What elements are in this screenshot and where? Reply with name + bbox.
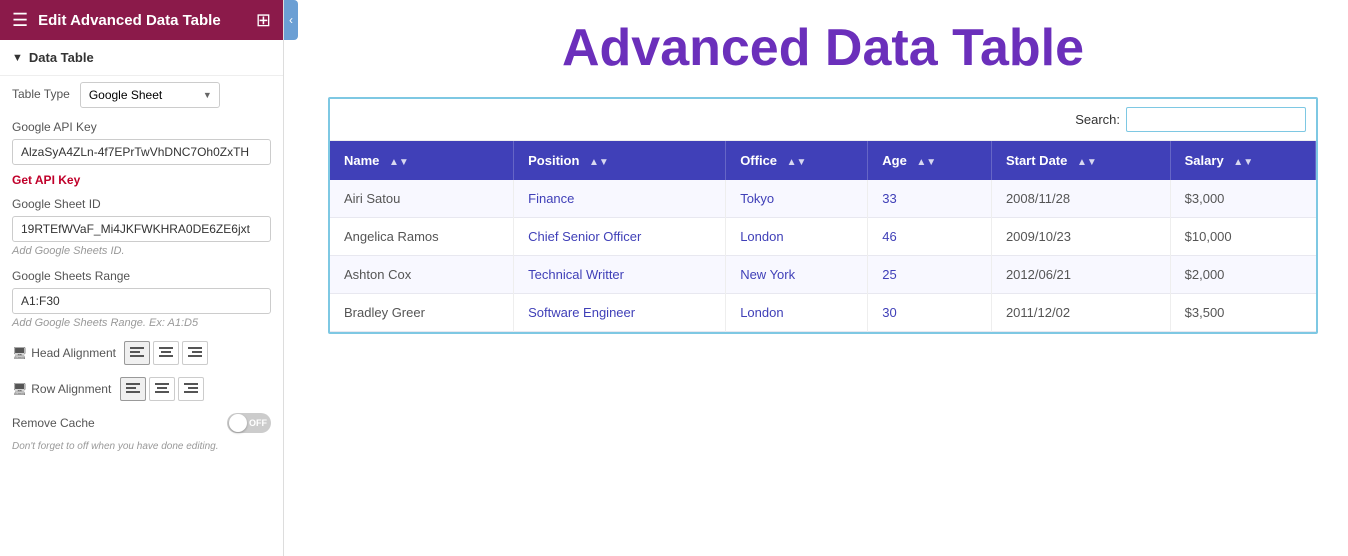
search-label: Search: bbox=[1075, 112, 1120, 127]
head-alignment-label: 🖥 Head Alignment bbox=[12, 346, 116, 360]
sort-arrows-age: ▲▼ bbox=[916, 157, 936, 168]
dont-forget-text: Don't forget to off when you have done e… bbox=[0, 439, 283, 454]
sidebar-title: Edit Advanced Data Table bbox=[28, 12, 256, 29]
toggle-knob bbox=[229, 414, 247, 432]
table-cell: 33 bbox=[868, 180, 992, 218]
head-align-right-button[interactable] bbox=[182, 341, 208, 365]
table-row: Airi SatouFinanceTokyo332008/11/28$3,000 bbox=[330, 180, 1316, 218]
remove-cache-label: Remove Cache bbox=[12, 416, 95, 430]
table-cell: New York bbox=[726, 256, 868, 294]
table-row: Bradley GreerSoftware EngineerLondon3020… bbox=[330, 294, 1316, 332]
sidebar-header: ☰ Edit Advanced Data Table ⊞ bbox=[0, 0, 283, 40]
table-type-select-wrapper: Google Sheet CSV JSON bbox=[80, 82, 220, 108]
table-cell: 2012/06/21 bbox=[991, 256, 1170, 294]
table-cell: 2011/12/02 bbox=[991, 294, 1170, 332]
table-cell: $3,000 bbox=[1170, 180, 1315, 218]
main-content: Advanced Data Table Search: Name ▲▼ Posi… bbox=[298, 0, 1348, 556]
table-cell: Finance bbox=[514, 180, 726, 218]
section-toggle-data-table[interactable]: ▼ Data Table bbox=[0, 40, 283, 76]
table-cell: $2,000 bbox=[1170, 256, 1315, 294]
datatable-wrapper: Search: Name ▲▼ Position ▲▼ Office ▲▼ Ag… bbox=[328, 97, 1318, 334]
sheets-range-field-row: Google Sheets Range Add Google Sheets Ra… bbox=[0, 263, 283, 335]
row-align-left-button[interactable] bbox=[120, 377, 146, 401]
api-key-input[interactable] bbox=[12, 139, 271, 165]
table-cell: 46 bbox=[868, 218, 992, 256]
table-cell: Tokyo bbox=[726, 180, 868, 218]
table-cell: Technical Writter bbox=[514, 256, 726, 294]
datatable-search-bar: Search: bbox=[330, 99, 1316, 141]
api-key-label: Google API Key bbox=[12, 120, 271, 134]
grid-icon[interactable]: ⊞ bbox=[256, 10, 271, 31]
col-salary[interactable]: Salary ▲▼ bbox=[1170, 141, 1315, 180]
page-title: Advanced Data Table bbox=[328, 20, 1318, 77]
col-position[interactable]: Position ▲▼ bbox=[514, 141, 726, 180]
table-type-select[interactable]: Google Sheet CSV JSON bbox=[80, 82, 220, 108]
monitor-icon-row: 🖥 bbox=[12, 382, 27, 396]
api-key-field-row: Google API Key bbox=[0, 114, 283, 171]
sort-arrows-position: ▲▼ bbox=[589, 157, 609, 168]
remove-cache-toggle[interactable] bbox=[227, 413, 271, 433]
table-row: Angelica RamosChief Senior OfficerLondon… bbox=[330, 218, 1316, 256]
row-align-center-button[interactable] bbox=[149, 377, 175, 401]
table-cell: Airi Satou bbox=[330, 180, 514, 218]
table-cell: $10,000 bbox=[1170, 218, 1315, 256]
row-alignment-label: 🖥 Row Alignment bbox=[12, 382, 112, 396]
sheet-id-input[interactable] bbox=[12, 216, 271, 242]
sheets-range-label: Google Sheets Range bbox=[12, 269, 271, 283]
sheet-id-field-row: Google Sheet ID Add Google Sheets ID. bbox=[0, 191, 283, 263]
col-age[interactable]: Age ▲▼ bbox=[868, 141, 992, 180]
hamburger-icon[interactable]: ☰ bbox=[12, 10, 28, 31]
table-cell: 25 bbox=[868, 256, 992, 294]
row-alignment-row: 🖥 Row Alignment bbox=[0, 371, 283, 407]
table-type-label: Table Type bbox=[12, 87, 70, 101]
sheets-range-input[interactable] bbox=[12, 288, 271, 314]
sort-arrows-start-date: ▲▼ bbox=[1077, 157, 1097, 168]
table-cell: London bbox=[726, 294, 868, 332]
section-label: Data Table bbox=[29, 50, 94, 65]
remove-cache-row: Remove Cache bbox=[0, 407, 283, 439]
sort-arrows-office: ▲▼ bbox=[787, 157, 807, 168]
data-table: Name ▲▼ Position ▲▼ Office ▲▼ Age ▲▼ Sta… bbox=[330, 141, 1316, 332]
head-alignment-row: 🖥 Head Alignment bbox=[0, 335, 283, 371]
section-arrow-icon: ▼ bbox=[12, 52, 23, 64]
table-cell: 2009/10/23 bbox=[991, 218, 1170, 256]
col-office[interactable]: Office ▲▼ bbox=[726, 141, 868, 180]
row-align-right-button[interactable] bbox=[178, 377, 204, 401]
table-cell: London bbox=[726, 218, 868, 256]
table-cell: Ashton Cox bbox=[330, 256, 514, 294]
head-align-left-button[interactable] bbox=[124, 341, 150, 365]
get-api-link[interactable]: Get API Key bbox=[0, 171, 283, 191]
col-start-date[interactable]: Start Date ▲▼ bbox=[991, 141, 1170, 180]
row-align-buttons bbox=[120, 377, 204, 401]
collapse-handle[interactable]: ‹ bbox=[284, 0, 298, 40]
head-align-center-button[interactable] bbox=[153, 341, 179, 365]
table-cell: Angelica Ramos bbox=[330, 218, 514, 256]
table-cell: Software Engineer bbox=[514, 294, 726, 332]
sidebar: ☰ Edit Advanced Data Table ⊞ ▼ Data Tabl… bbox=[0, 0, 284, 556]
table-type-row: Table Type Google Sheet CSV JSON bbox=[0, 76, 283, 114]
sheets-range-hint: Add Google Sheets Range. Ex: A1:D5 bbox=[12, 317, 271, 329]
sheet-id-hint: Add Google Sheets ID. bbox=[12, 245, 271, 257]
table-cell: Chief Senior Officer bbox=[514, 218, 726, 256]
monitor-icon-head: 🖥 bbox=[12, 346, 27, 360]
sort-arrows-name: ▲▼ bbox=[389, 157, 409, 168]
sort-arrows-salary: ▲▼ bbox=[1233, 157, 1253, 168]
table-body: Airi SatouFinanceTokyo332008/11/28$3,000… bbox=[330, 180, 1316, 332]
table-cell: 2008/11/28 bbox=[991, 180, 1170, 218]
search-input[interactable] bbox=[1126, 107, 1306, 132]
table-header-row: Name ▲▼ Position ▲▼ Office ▲▼ Age ▲▼ Sta… bbox=[330, 141, 1316, 180]
table-cell: Bradley Greer bbox=[330, 294, 514, 332]
table-cell: $3,500 bbox=[1170, 294, 1315, 332]
col-name[interactable]: Name ▲▼ bbox=[330, 141, 514, 180]
table-row: Ashton CoxTechnical WritterNew York25201… bbox=[330, 256, 1316, 294]
table-header: Name ▲▼ Position ▲▼ Office ▲▼ Age ▲▼ Sta… bbox=[330, 141, 1316, 180]
table-cell: 30 bbox=[868, 294, 992, 332]
sheet-id-label: Google Sheet ID bbox=[12, 197, 271, 211]
head-align-buttons bbox=[124, 341, 208, 365]
